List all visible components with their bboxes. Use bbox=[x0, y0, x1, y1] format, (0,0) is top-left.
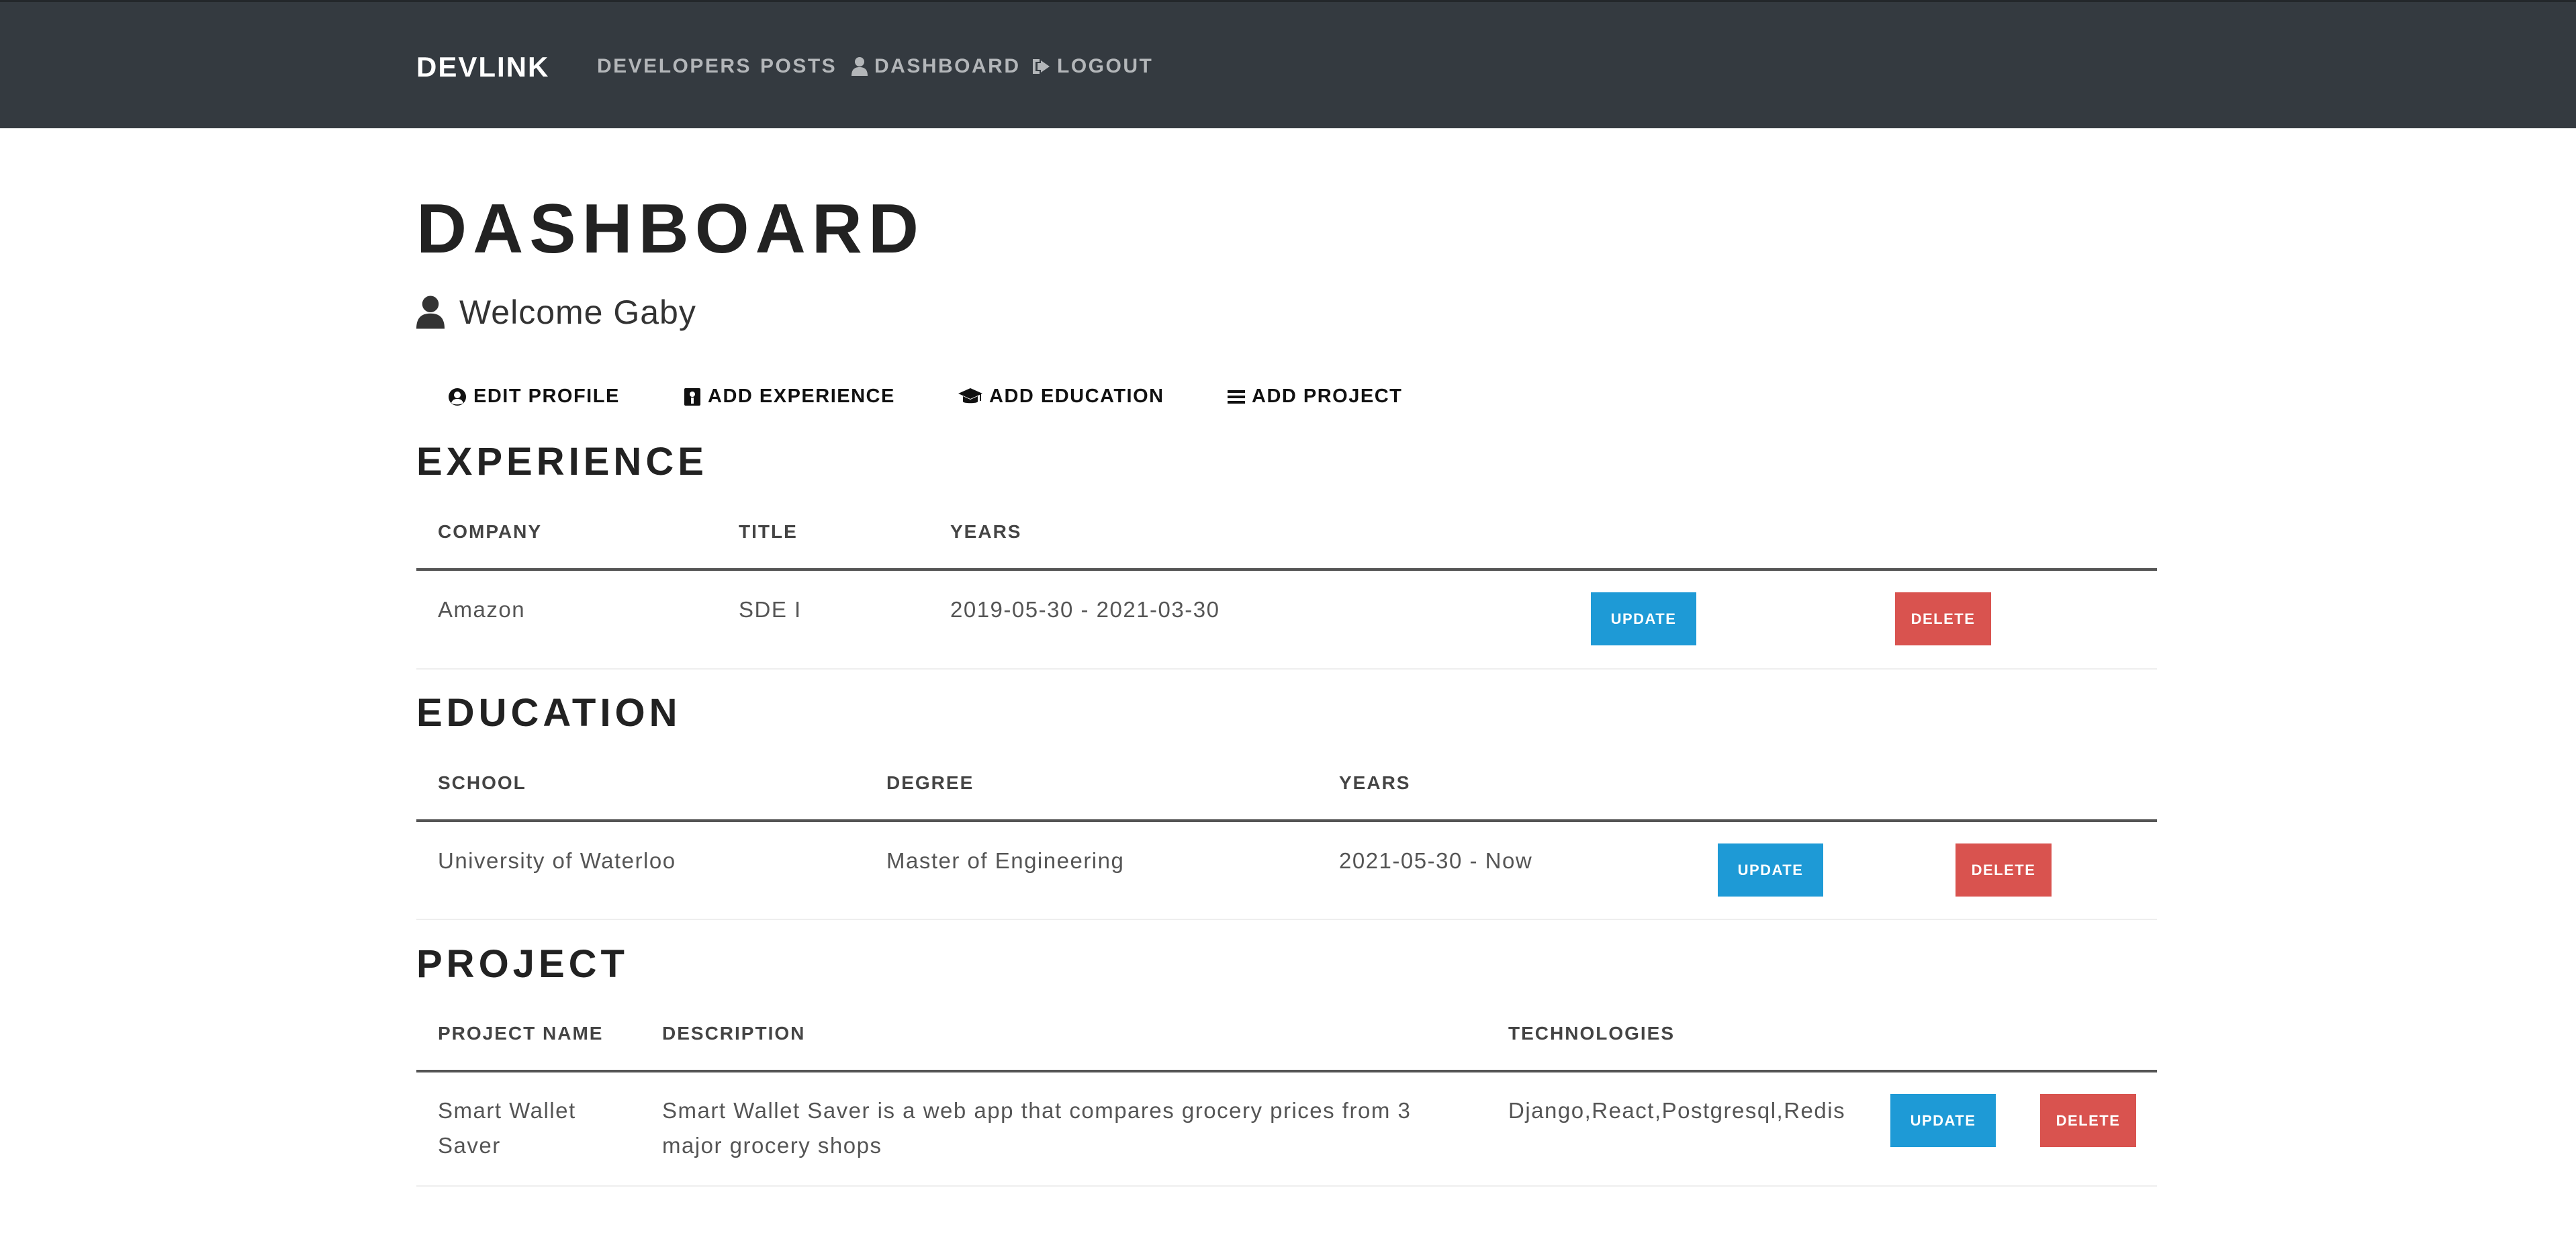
column-header-technologies: TECHNOLOGIES bbox=[1508, 1023, 1675, 1044]
experience-heading: EXPERIENCE bbox=[416, 440, 708, 484]
brand-logo[interactable]: DEVLINK bbox=[416, 51, 549, 83]
welcome-text: Welcome Gaby bbox=[459, 293, 696, 331]
project-description: Smart Wallet Saver is a web app that com… bbox=[662, 1093, 1411, 1163]
education-degree: Master of Engineering bbox=[886, 848, 1125, 873]
nav-dashboard[interactable]: DASHBOARD bbox=[852, 55, 1021, 78]
nav-logout-label: LOGOUT bbox=[1057, 55, 1154, 77]
add-education-label: ADD EDUCATION bbox=[989, 385, 1164, 407]
delete-experience-button[interactable]: DELETE bbox=[1895, 592, 1991, 645]
project-name-line1: Smart Wallet bbox=[438, 1098, 576, 1123]
education-school: University of Waterloo bbox=[438, 848, 676, 873]
column-header-title: TITLE bbox=[739, 521, 798, 542]
column-header-degree: DEGREE bbox=[886, 772, 974, 793]
project-technologies: Django,React,Postgresql,Redis bbox=[1508, 1098, 1846, 1123]
education-years: 2021-05-30 - Now bbox=[1339, 848, 1533, 873]
nav-posts-label: POSTS bbox=[760, 55, 837, 77]
id-badge-icon bbox=[684, 387, 700, 406]
user-icon bbox=[416, 295, 445, 329]
nav-dashboard-label: DASHBOARD bbox=[874, 55, 1021, 77]
experience-years: 2019-05-30 - 2021-03-30 bbox=[950, 597, 1220, 622]
welcome-message: Welcome Gaby bbox=[416, 293, 696, 332]
column-header-years: YEARS bbox=[1339, 772, 1411, 793]
nav-posts[interactable]: POSTS bbox=[760, 55, 837, 78]
user-circle-icon bbox=[449, 387, 466, 406]
project-description-line2: major grocery shops bbox=[662, 1133, 882, 1158]
add-project-button[interactable]: ADD PROJECT bbox=[1228, 385, 1402, 408]
sign-out-icon bbox=[1033, 59, 1050, 74]
list-icon bbox=[1228, 390, 1245, 404]
column-header-school: SCHOOL bbox=[438, 772, 526, 793]
edit-profile-label: EDIT PROFILE bbox=[473, 385, 620, 407]
update-experience-button[interactable]: UPDATE bbox=[1591, 592, 1696, 645]
add-experience-button[interactable]: ADD EXPERIENCE bbox=[684, 385, 895, 408]
user-icon bbox=[852, 57, 868, 76]
column-header-project-name: PROJECT NAME bbox=[438, 1023, 604, 1044]
project-description-line1: Smart Wallet Saver is a web app that com… bbox=[662, 1098, 1412, 1123]
nav-logout[interactable]: LOGOUT bbox=[1031, 55, 1153, 78]
row-divider bbox=[416, 1185, 2157, 1187]
column-header-description: DESCRIPTION bbox=[662, 1023, 806, 1044]
experience-title: SDE I bbox=[739, 597, 802, 622]
table-header-divider bbox=[416, 568, 2157, 571]
delete-project-button[interactable]: DELETE bbox=[2040, 1094, 2136, 1147]
graduation-cap-icon bbox=[958, 387, 982, 403]
navbar: DEVLINK DEVELOPERS POSTS DASHBOARD LOGOU… bbox=[0, 0, 2576, 128]
row-divider bbox=[416, 919, 2157, 920]
experience-company: Amazon bbox=[438, 597, 526, 622]
column-header-years: YEARS bbox=[950, 521, 1022, 542]
education-heading: EDUCATION bbox=[416, 691, 682, 735]
edit-profile-button[interactable]: EDIT PROFILE bbox=[448, 385, 620, 408]
nav-developers-label: DEVELOPERS bbox=[597, 55, 752, 77]
add-project-label: ADD PROJECT bbox=[1252, 385, 1403, 407]
project-heading: PROJECT bbox=[416, 942, 629, 986]
column-header-company: COMPANY bbox=[438, 521, 543, 542]
update-education-button[interactable]: UPDATE bbox=[1718, 843, 1823, 897]
update-project-button[interactable]: UPDATE bbox=[1890, 1094, 1996, 1147]
project-name: Smart Wallet Saver bbox=[438, 1093, 576, 1163]
project-name-line2: Saver bbox=[438, 1133, 501, 1158]
add-experience-label: ADD EXPERIENCE bbox=[708, 385, 895, 407]
table-header-divider bbox=[416, 819, 2157, 822]
nav-developers[interactable]: DEVELOPERS bbox=[597, 55, 751, 78]
table-header-divider bbox=[416, 1070, 2157, 1072]
page-title: DASHBOARD bbox=[416, 190, 925, 268]
row-divider bbox=[416, 668, 2157, 670]
delete-education-button[interactable]: DELETE bbox=[1956, 843, 2052, 897]
add-education-button[interactable]: ADD EDUCATION bbox=[958, 385, 1164, 408]
